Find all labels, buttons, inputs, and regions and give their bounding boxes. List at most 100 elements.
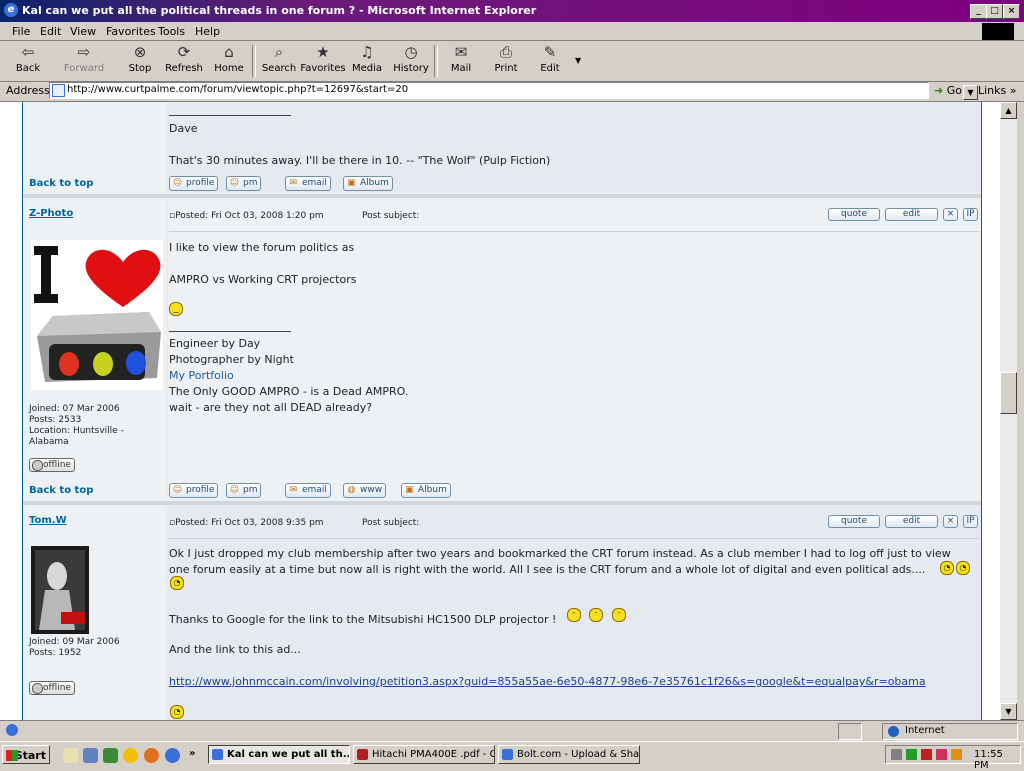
laughing-icon: ᵔ <box>612 608 626 622</box>
profile-icon: ☺ <box>172 178 183 188</box>
post2-edit-button[interactable]: edit <box>885 515 938 528</box>
minimize-button[interactable]: _ <box>970 4 987 19</box>
forum-table: Dave That's 30 minutes away. I'll be the… <box>22 102 982 720</box>
page-status-icon <box>6 724 18 736</box>
profile-button[interactable]: ☺ profile <box>169 176 219 191</box>
window-title: Kal can we put all the political threads… <box>22 4 537 17</box>
post1-profile-button[interactable]: ☺ profile <box>169 483 219 498</box>
pm-button[interactable]: ☺ pm <box>226 176 262 191</box>
media-button[interactable]: ♫ Media <box>342 43 392 74</box>
favorites-icon: ★ <box>316 43 330 61</box>
task-button-pdf[interactable]: Hitachi PMA400E .pdf - G... <box>353 745 495 764</box>
quicklaunch-firefox-icon[interactable] <box>144 748 159 763</box>
post2-para3: And the link to this ad... <box>169 643 301 656</box>
post1-www-button[interactable]: ◍ www <box>343 483 387 498</box>
post1-portfolio-link[interactable]: My Portfolio <box>169 369 234 382</box>
laughing-icon: ᵔ <box>589 608 603 622</box>
home-button[interactable]: ⌂ Home <box>204 43 254 74</box>
forward-button[interactable]: ⇨ Forward <box>59 43 109 74</box>
post1-pm-button[interactable]: ☺ pm <box>226 483 262 498</box>
edit-dropdown-arrow-icon[interactable]: ▼ <box>575 56 581 65</box>
post2-username[interactable]: Tom.W <box>29 515 67 526</box>
scroll-thumb[interactable] <box>1000 372 1017 414</box>
menu-favorites[interactable]: Favorites <box>106 25 156 38</box>
post1-edit-button[interactable]: edit <box>885 208 938 221</box>
windows-flag-icon <box>6 750 18 761</box>
stop-button[interactable]: ⊗ Stop <box>115 43 165 74</box>
search-button[interactable]: ⌕ Search <box>254 43 304 74</box>
scroll-down-icon[interactable]: ▼ <box>1000 703 1017 720</box>
quicklaunch-app-icon[interactable] <box>103 748 118 763</box>
security-zone-icon <box>838 723 862 740</box>
quicklaunch-ie-icon[interactable] <box>165 748 180 763</box>
edit-page-button[interactable]: ✎ Edit <box>525 43 575 74</box>
quicklaunch-desktop-icon[interactable] <box>63 748 78 763</box>
refresh-button[interactable]: ⟳ Refresh <box>159 43 209 74</box>
post1-ip-icon[interactable]: IP <box>963 208 978 221</box>
post2-quote-button[interactable]: quote <box>828 515 880 528</box>
task-button-ie[interactable]: Kal can we put all th... <box>208 745 350 764</box>
post2-para2: Thanks to Google for the link to the Mit… <box>169 613 557 626</box>
history-icon: ◷ <box>404 43 418 61</box>
post1-delete-icon[interactable]: × <box>943 208 958 221</box>
quicklaunch-explorer-icon[interactable] <box>83 748 98 763</box>
close-window-button[interactable]: × <box>1003 4 1020 19</box>
links-button[interactable]: Links » <box>978 84 1017 97</box>
system-tray: 11:55 PM <box>885 745 1021 771</box>
post1-posted: ▫Posted: Fri Oct 03, 2008 1:20 pm <box>169 211 324 221</box>
mail-button[interactable]: ✉ Mail <box>436 43 486 74</box>
address-url[interactable]: http://www.curtpalme.com/forum/viewtopic… <box>67 84 408 95</box>
tray-network-icon[interactable] <box>891 749 902 760</box>
print-icon: ⎙ <box>499 43 512 61</box>
profile-icon: ☺ <box>172 485 183 495</box>
window-title-bar[interactable]: e Kal can we put all the political threa… <box>0 0 1024 22</box>
post1-location: Location: Huntsville - Alabama <box>29 426 124 447</box>
maximize-button[interactable]: □ <box>986 4 1003 19</box>
post1-offline-status: offline <box>29 458 75 472</box>
address-label: Address <box>6 84 50 97</box>
print-button[interactable]: ⎙ Print <box>481 43 531 74</box>
tray-security-icon[interactable] <box>921 749 932 760</box>
menu-edit[interactable]: Edit <box>40 25 61 38</box>
scroll-up-icon[interactable]: ▲ <box>1000 102 1017 119</box>
windows-logo-icon <box>982 23 1014 40</box>
post1-username[interactable]: Z-Photo <box>29 208 73 219</box>
vertical-scrollbar[interactable]: ▲ ▼ <box>1000 102 1017 720</box>
menu-tools[interactable]: Tools <box>158 25 185 38</box>
post2-ip-icon[interactable]: IP <box>963 515 978 528</box>
quicklaunch-more-icon[interactable]: » <box>189 748 195 759</box>
post1-email-button[interactable]: ✉ email <box>285 483 331 498</box>
menu-file[interactable]: File <box>12 25 30 38</box>
history-button[interactable]: ◷ History <box>386 43 436 74</box>
go-button[interactable]: ➜ Go <box>934 84 962 97</box>
menu-bar: File Edit View Favorites Tools Help <box>0 22 1024 41</box>
quicklaunch-chrome-icon[interactable] <box>123 748 138 763</box>
tray-app-icon[interactable] <box>906 749 917 760</box>
post2-subject-label: Post subject: <box>362 518 420 528</box>
chevron-right-icon: » <box>1009 84 1017 97</box>
back-to-top-link[interactable]: Back to top <box>29 178 93 189</box>
address-input[interactable]: http://www.curtpalme.com/forum/viewtopic… <box>49 82 978 100</box>
album-icon: ▣ <box>347 178 356 188</box>
post1-quote-button[interactable]: quote <box>828 208 880 221</box>
menu-view[interactable]: View <box>70 25 96 38</box>
email-button[interactable]: ✉ email <box>285 176 331 191</box>
mail-icon: ✉ <box>454 43 468 61</box>
ie-logo-icon <box>212 749 223 760</box>
post2-delete-icon[interactable]: × <box>943 515 958 528</box>
favorites-button[interactable]: ★ Favorites <box>298 43 348 74</box>
tray-zonealarm-icon[interactable] <box>951 749 962 760</box>
album-button[interactable]: ▣ Album <box>343 176 393 191</box>
task-button-bolt[interactable]: Bolt.com - Upload & Share ... <box>498 745 640 764</box>
page-icon <box>52 84 65 97</box>
post1-sig-5: wait - are they not all DEAD already? <box>169 401 373 414</box>
tray-antivirus-icon[interactable] <box>936 749 947 760</box>
back-to-top-link[interactable]: Back to top <box>29 485 93 496</box>
menu-help[interactable]: Help <box>195 25 220 38</box>
media-icon: ♫ <box>360 43 374 61</box>
post1-album-button[interactable]: ▣ Album <box>401 483 451 498</box>
address-dropdown-button[interactable]: ▼ <box>963 85 978 100</box>
post2-mccain-link[interactable]: http://www.johnmccain.com/involving/peti… <box>169 675 926 688</box>
back-button[interactable]: ⇦ Back <box>3 43 53 74</box>
start-button[interactable]: Start <box>2 745 50 764</box>
